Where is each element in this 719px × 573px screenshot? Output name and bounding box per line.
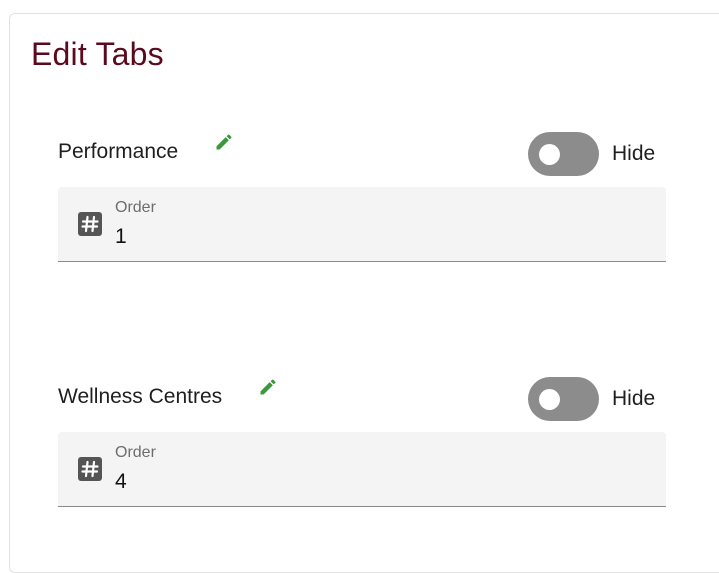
hide-toggle[interactable] [528, 377, 599, 421]
order-input[interactable] [115, 224, 635, 250]
order-field[interactable]: Order [58, 432, 666, 507]
hide-toggle[interactable] [528, 132, 599, 176]
order-field-label: Order [115, 444, 156, 461]
toggle-knob [539, 389, 560, 410]
order-field-label: Order [115, 199, 156, 216]
order-field[interactable]: Order [58, 187, 666, 262]
tab-header: Wellness Centres Hide [58, 377, 666, 427]
pencil-icon[interactable] [258, 377, 278, 397]
tab-entry-performance: Performance Hide Order [58, 132, 666, 262]
tab-entry-wellness-centres: Wellness Centres Hide Order [58, 377, 666, 507]
pencil-icon[interactable] [214, 132, 234, 152]
hash-icon [78, 212, 102, 236]
hash-icon [78, 457, 102, 481]
tab-name: Wellness Centres [58, 385, 223, 408]
order-input[interactable] [115, 469, 635, 495]
tab-header: Performance Hide [58, 132, 666, 182]
tab-name: Performance [58, 140, 179, 163]
hide-label: Hide [612, 387, 656, 410]
hide-label: Hide [612, 142, 656, 165]
toggle-knob [539, 144, 560, 165]
page-title: Edit Tabs [31, 36, 164, 72]
